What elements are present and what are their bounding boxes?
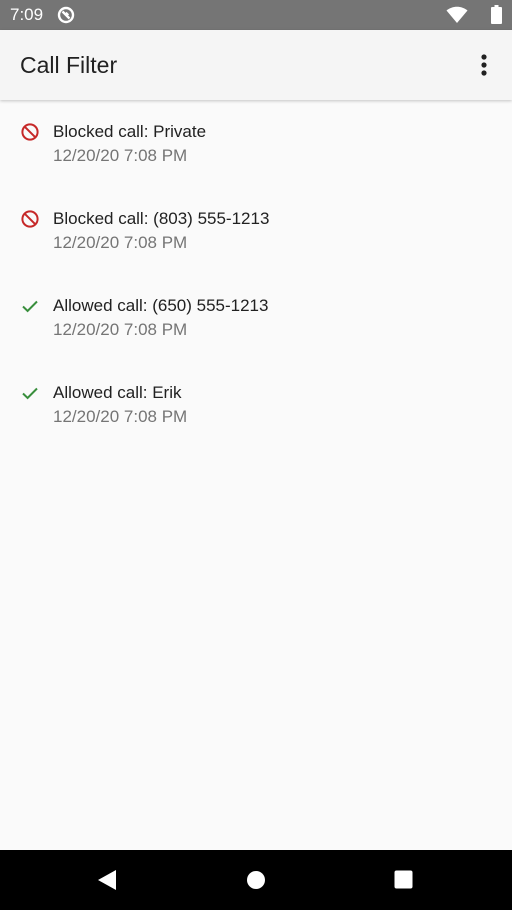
back-icon[interactable] xyxy=(96,869,118,891)
wifi-icon xyxy=(446,6,468,23)
call-list-item[interactable]: Blocked call: Private 12/20/20 7:08 PM xyxy=(0,100,512,187)
home-icon[interactable] xyxy=(246,870,266,890)
page-title: Call Filter xyxy=(20,52,118,78)
navigation-bar xyxy=(0,850,512,910)
call-title: Blocked call: Private xyxy=(53,122,207,141)
status-bar: 7:09 xyxy=(0,0,512,30)
overflow-menu-button[interactable] xyxy=(466,47,502,83)
app-notification-icon xyxy=(57,6,75,24)
call-list-item[interactable]: Allowed call: Erik 12/20/20 7:08 PM xyxy=(0,361,512,448)
call-title: Blocked call: (803) 555-1213 xyxy=(53,209,270,228)
call-timestamp: 12/20/20 7:08 PM xyxy=(53,407,188,426)
call-list: Blocked call: Private 12/20/20 7:08 PM B… xyxy=(0,100,512,448)
recents-icon[interactable] xyxy=(394,870,413,889)
call-title: Allowed call: Erik xyxy=(53,383,182,402)
battery-icon xyxy=(491,5,502,24)
check-icon xyxy=(22,300,38,313)
call-timestamp: 12/20/20 7:08 PM xyxy=(53,320,188,339)
block-icon xyxy=(21,123,39,141)
app-bar: Call Filter xyxy=(0,30,512,100)
call-timestamp: 12/20/20 7:08 PM xyxy=(53,233,188,252)
block-icon xyxy=(21,210,39,228)
call-timestamp: 12/20/20 7:08 PM xyxy=(53,146,188,165)
check-icon xyxy=(22,387,38,400)
more-vert-icon xyxy=(481,54,487,76)
call-list-item[interactable]: Allowed call: (650) 555-1213 12/20/20 7:… xyxy=(0,274,512,361)
call-list-item[interactable]: Blocked call: (803) 555-1213 12/20/20 7:… xyxy=(0,187,512,274)
call-title: Allowed call: (650) 555-1213 xyxy=(53,296,269,315)
status-time: 7:09 xyxy=(10,5,44,24)
